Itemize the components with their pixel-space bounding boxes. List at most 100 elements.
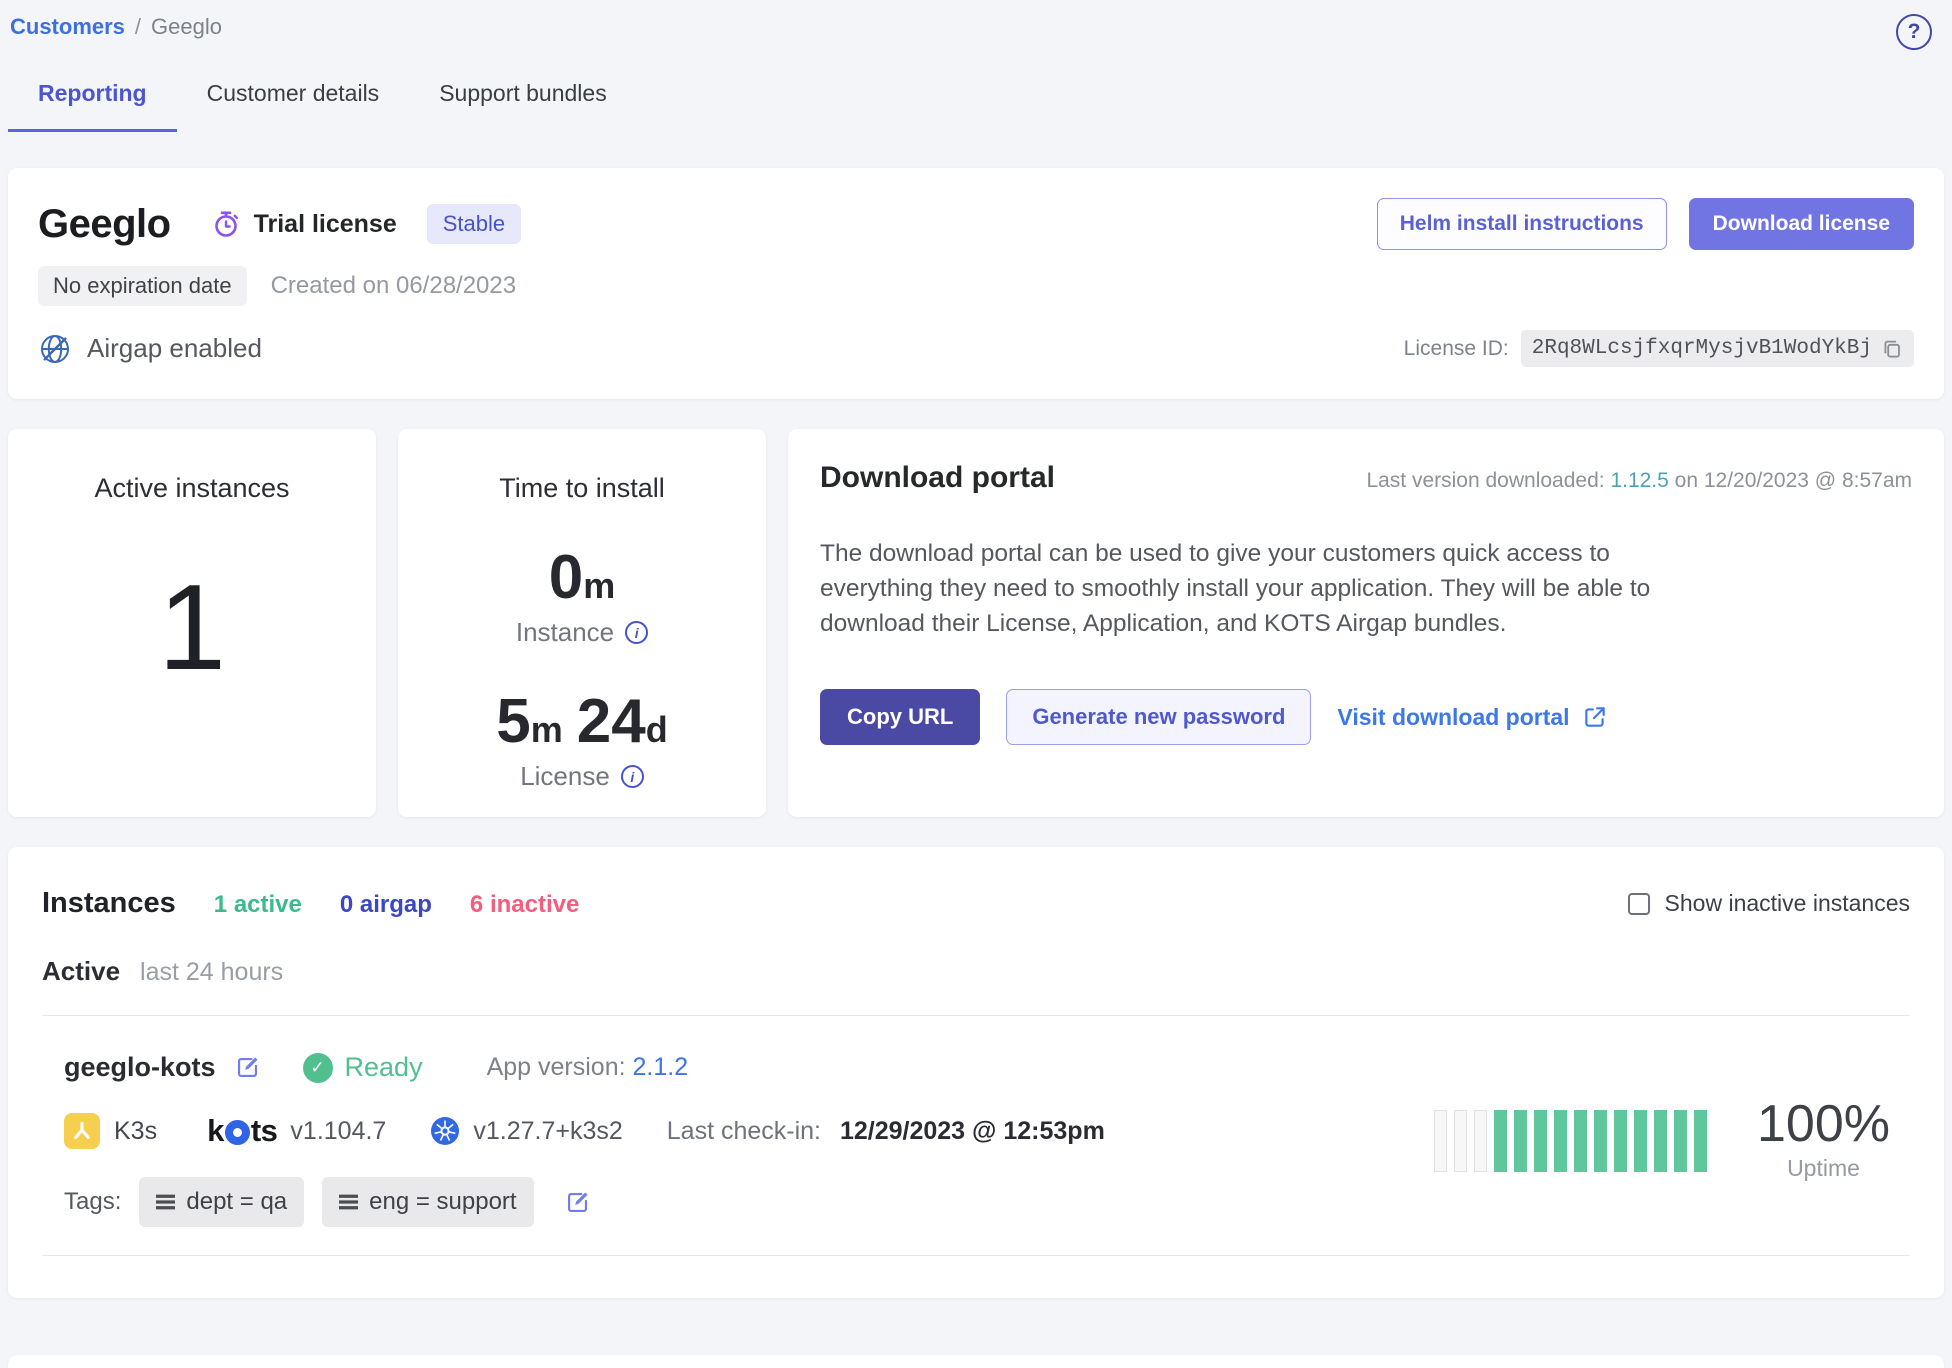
uptime-bar [1654,1110,1667,1172]
instance-info-icon[interactable]: i [625,621,648,644]
edit-tags-icon[interactable] [564,1189,591,1216]
active-count[interactable]: 1 active [214,891,302,919]
generate-new-password-button[interactable]: Generate new password [1006,689,1311,745]
tab-support-bundles[interactable]: Support bundles [409,80,637,132]
last-version-link[interactable]: 1.12.5 [1610,469,1668,492]
last-checkin-value: 12/29/2023 @ 12:53pm [840,1117,1105,1145]
visit-download-portal-link[interactable]: Visit download portal [1337,704,1607,731]
kots-logo-o [225,1120,250,1145]
uptime-bar [1614,1110,1627,1172]
uptime-chart [1434,1108,1707,1172]
airgap-label: Airgap enabled [87,333,262,364]
uptime-bar [1574,1110,1587,1172]
page: Customers / Geeglo ? Reporting Customer … [0,0,1952,1368]
stats-row: Active instances 1 Time to install 0m In… [8,429,1944,817]
license-id-group: License ID: 2Rq8WLcsjfxqrMysjvB1WodYkBj [1404,330,1914,367]
instance-install-time: 0m [398,542,766,613]
license-days-number: 24 [577,687,646,756]
airgap-globe-icon [38,332,72,366]
distribution-label: K3s [114,1117,157,1146]
copy-license-id-icon[interactable] [1881,338,1903,360]
copy-url-button[interactable]: Copy URL [820,689,980,745]
instance-name: geeglo-kots [64,1052,216,1083]
tab-reporting[interactable]: Reporting [8,80,177,132]
uptime-bar [1694,1110,1707,1172]
uptime-bar [1474,1110,1487,1172]
license-info-icon[interactable]: i [621,765,644,788]
breadcrumb-separator: / [135,14,141,40]
ready-check-icon: ✓ [303,1053,333,1083]
license-id-pill: 2Rq8WLcsjfxqrMysjvB1WodYkBj [1521,330,1914,367]
ready-label: Ready [345,1052,423,1083]
active-section-label: Active [42,956,120,987]
time-to-install-title: Time to install [398,473,766,504]
tag-pill: eng = support [322,1177,533,1227]
time-to-install-card: Time to install 0m Instance i 5m24d Lice… [398,429,766,817]
show-inactive-toggle[interactable]: Show inactive instances [1628,890,1910,917]
license-id-label: License ID: [1404,337,1509,361]
uptime-bar [1534,1110,1547,1172]
show-inactive-label: Show inactive instances [1665,890,1910,917]
last-version-suffix: on 12/20/2023 @ 8:57am [1669,469,1912,492]
next-card-top-edge [8,1355,1944,1368]
kots-logo-ts: ts [251,1113,278,1149]
airgap-count[interactable]: 0 airgap [340,891,432,919]
tag-label: eng = support [369,1188,516,1216]
license-type-label: Trial license [254,210,397,239]
kubernetes-icon [430,1116,460,1146]
download-license-button[interactable]: Download license [1689,198,1914,250]
uptime-bar [1554,1110,1567,1172]
instances-title: Instances [42,887,176,920]
k8s-version: v1.27.7+k3s2 [473,1117,622,1146]
last-checkin-label: Last check-in: [667,1117,821,1145]
license-install-time: 5m24d [398,686,766,757]
edit-instance-name-icon[interactable] [234,1054,261,1081]
app-version: App version: 2.1.2 [487,1053,689,1082]
download-portal-title: Download portal [820,461,1055,495]
external-link-icon [1582,704,1608,730]
divider [42,1015,1910,1016]
tab-bar: Reporting Customer details Support bundl… [8,80,1944,132]
channel-badge: Stable [427,204,521,244]
active-instances-value: 1 [8,566,376,688]
uptime-bar [1594,1110,1607,1172]
help-icon[interactable]: ? [1896,14,1932,50]
k3s-icon [64,1113,100,1149]
uptime-bar [1674,1110,1687,1172]
license-id-value: 2Rq8WLcsjfxqrMysjvB1WodYkBj [1532,337,1872,360]
uptime-label: Uptime [1757,1155,1890,1182]
license-install-label: License [520,761,610,792]
customer-name: Geeglo [38,202,171,247]
tag-pill: dept = qa [139,1177,304,1227]
app-version-link[interactable]: 2.1.2 [633,1053,689,1081]
uptime-bar [1494,1110,1507,1172]
app-version-label: App version: [487,1053,633,1081]
show-inactive-checkbox[interactable] [1628,893,1650,915]
tag-icon [339,1194,358,1210]
instance-install-label: Instance [516,617,614,648]
helm-install-instructions-button[interactable]: Helm install instructions [1377,198,1667,250]
tag-label: dept = qa [186,1188,287,1216]
expiration-badge: No expiration date [38,266,247,306]
tag-icon [156,1194,175,1210]
uptime-bar [1434,1110,1447,1172]
license-type: Trial license [211,209,397,239]
license-install-label-row: License i [398,761,766,792]
instances-card: Instances 1 active 0 airgap 6 inactive S… [8,847,1944,1298]
download-portal-description: The download portal can be used to give … [820,537,1700,641]
inactive-count[interactable]: 6 inactive [470,891,579,919]
created-date: Created on 06/28/2023 [271,272,517,300]
download-portal-card: Download portal Last version downloaded:… [788,429,1944,817]
customer-summary-card: Geeglo Trial license Stable Helm install… [8,168,1944,399]
uptime-percentage: 100% [1757,1097,1890,1152]
trial-timer-icon [211,209,241,239]
last-version-downloaded: Last version downloaded: 1.12.5 on 12/20… [1366,469,1912,493]
tab-customer-details[interactable]: Customer details [177,80,410,132]
breadcrumb-current: Geeglo [151,14,222,40]
breadcrumb: Customers / Geeglo [10,14,222,40]
instance-install-unit: m [583,565,615,606]
active-instances-card: Active instances 1 [8,429,376,817]
kots-logo-k: k [207,1113,224,1149]
breadcrumb-customers-link[interactable]: Customers [10,14,125,40]
license-months-number: 5 [496,687,530,756]
